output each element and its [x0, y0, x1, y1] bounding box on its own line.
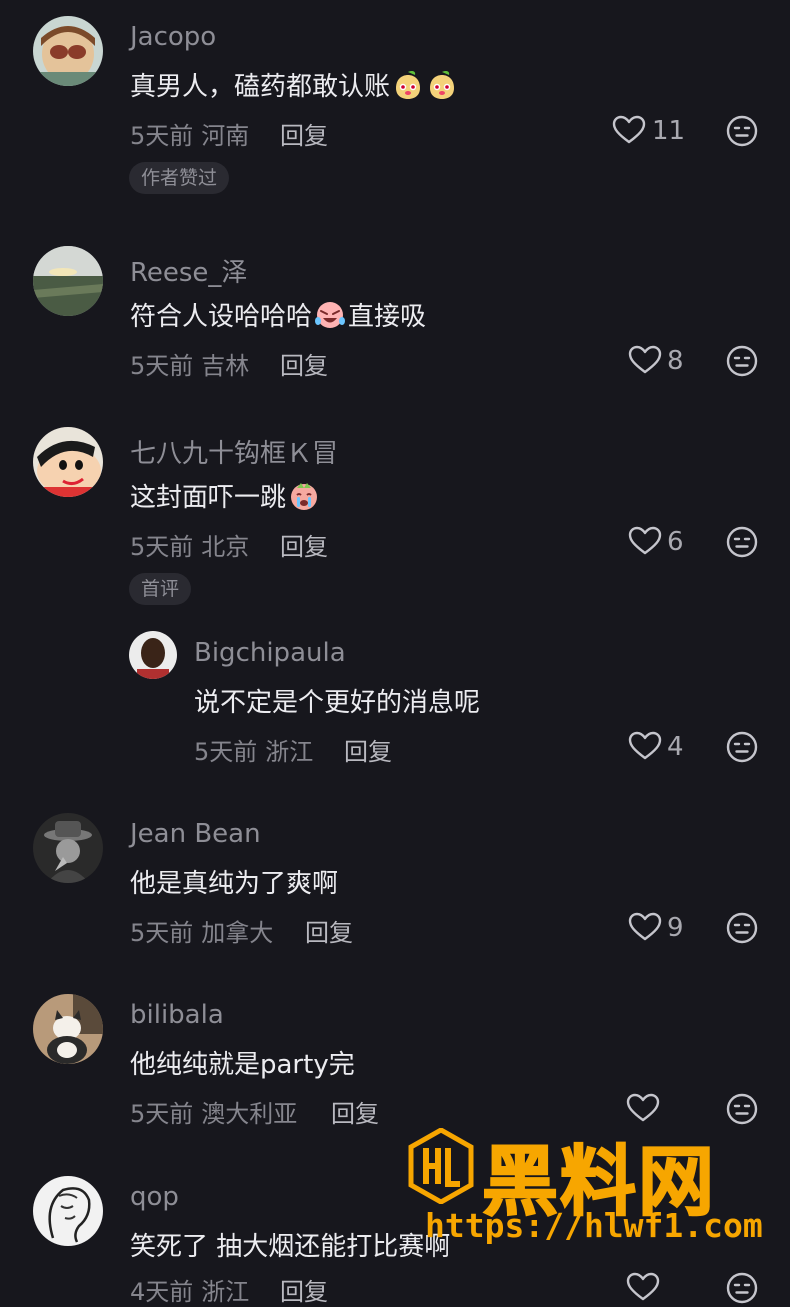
reply-button[interactable]: 回复 — [280, 346, 328, 381]
comment-item: Jean Bean 他是真纯为了爽啊 5天前 加拿大 回复 9 — [0, 797, 790, 977]
location: 加拿大 — [201, 919, 274, 947]
dislike-face-icon[interactable] — [726, 1093, 758, 1125]
like-count: 6 — [667, 527, 684, 557]
comment-text: 笑死了 抽大烟还能打比赛啊 — [130, 1232, 451, 1262]
like-heart-icon[interactable] — [628, 731, 662, 761]
comment-text: 符合人设哈哈哈 直接吸 — [130, 296, 426, 333]
username[interactable]: Jacopo — [130, 22, 216, 52]
peach-face-emoji-icon — [392, 69, 424, 101]
like-count: 8 — [667, 346, 684, 376]
comment-item: Reese_泽 符合人设哈哈哈 直接吸 5天前 吉林 回复 8 — [0, 230, 790, 400]
timestamp: 5天前 — [130, 919, 194, 947]
timestamp: 5天前 — [130, 1100, 194, 1128]
location: 浙江 — [265, 738, 314, 766]
dislike-face-icon[interactable] — [726, 912, 758, 944]
like-heart-icon[interactable] — [628, 345, 662, 375]
comment-text: 他是真纯为了爽啊 — [130, 869, 339, 899]
watermark-url: https://hlwf1.com — [425, 1206, 763, 1245]
reply-button[interactable]: 回复 — [280, 1272, 328, 1307]
comment-text: 真男人，磕药都敢认账 — [130, 66, 458, 103]
location: 澳大利亚 — [201, 1100, 298, 1128]
timestamp: 5天前 — [130, 533, 194, 561]
comment-item: 七八九十钩框Ｋ冒 这封面吓一跳 5天前 北京 回复 6 首评 — [0, 411, 790, 611]
reply-button[interactable]: 回复 — [280, 527, 328, 562]
avatar[interactable] — [33, 427, 103, 497]
peach-face-emoji-icon — [426, 69, 458, 101]
like-heart-icon[interactable] — [628, 526, 662, 556]
reply-button[interactable]: 回复 — [331, 1094, 379, 1129]
dislike-face-icon[interactable] — [726, 526, 758, 558]
comment-text: 说不定是个更好的消息呢 — [194, 688, 481, 718]
comment-text: 他纯纯就是party完 — [130, 1050, 355, 1080]
laugh-cry-emoji-icon — [314, 299, 346, 331]
timestamp: 5天前 — [194, 738, 258, 766]
timestamp: 5天前 — [130, 122, 194, 150]
like-count: 4 — [667, 732, 684, 762]
avatar[interactable] — [129, 631, 177, 679]
comment-meta: 5天前 吉林 — [130, 346, 249, 381]
dislike-face-icon[interactable] — [726, 345, 758, 377]
username[interactable]: Bigchipaula — [194, 638, 346, 668]
reply-button[interactable]: 回复 — [280, 116, 328, 151]
dislike-face-icon[interactable] — [726, 731, 758, 763]
like-heart-icon[interactable] — [612, 115, 646, 145]
author-liked-badge: 作者赞过 — [129, 162, 230, 194]
dislike-face-icon[interactable] — [726, 1272, 758, 1304]
comment-item: Jacopo 真男人，磕药都敢认账 5天前 河南 回复 11 作者赞过 — [0, 0, 790, 230]
reply-button[interactable]: 回复 — [344, 732, 392, 767]
location: 北京 — [201, 533, 250, 561]
username[interactable]: qop — [130, 1182, 179, 1212]
comment-meta: 5天前 浙江 — [194, 732, 313, 767]
comment-text: 这封面吓一跳 — [130, 477, 320, 514]
like-heart-icon[interactable] — [626, 1093, 660, 1123]
like-count: 9 — [667, 913, 684, 943]
username[interactable]: Reese_泽 — [130, 252, 247, 289]
watermark-logo-icon — [408, 1128, 474, 1204]
location: 吉林 — [201, 352, 250, 380]
avatar[interactable] — [33, 813, 103, 883]
reply-button[interactable]: 回复 — [305, 913, 353, 948]
username[interactable]: bilibala — [130, 1000, 224, 1030]
timestamp: 4天前 — [130, 1278, 194, 1306]
username[interactable]: Jean Bean — [130, 819, 261, 849]
avatar[interactable] — [33, 16, 103, 86]
comment-meta: 4天前 浙江 — [130, 1272, 249, 1307]
comment-meta: 5天前 澳大利亚 — [130, 1094, 297, 1129]
username[interactable]: 七八九十钩框Ｋ冒 — [130, 433, 338, 470]
first-comment-badge: 首评 — [129, 573, 192, 605]
dislike-face-icon[interactable] — [726, 115, 758, 147]
location: 浙江 — [201, 1278, 250, 1306]
location: 河南 — [201, 122, 250, 150]
avatar[interactable] — [33, 994, 103, 1064]
avatar[interactable] — [33, 1176, 103, 1246]
like-heart-icon[interactable] — [626, 1272, 660, 1302]
like-count: 11 — [652, 116, 686, 146]
timestamp: 5天前 — [130, 352, 194, 380]
comment-meta: 5天前 河南 — [130, 116, 249, 151]
avatar[interactable] — [33, 246, 103, 316]
like-heart-icon[interactable] — [628, 912, 662, 942]
crying-emoji-icon — [288, 480, 320, 512]
comment-meta: 5天前 北京 — [130, 527, 249, 562]
comment-meta: 5天前 加拿大 — [130, 913, 273, 948]
reply-item: Bigchipaula 说不定是个更好的消息呢 5天前 浙江 回复 4 — [0, 616, 790, 796]
